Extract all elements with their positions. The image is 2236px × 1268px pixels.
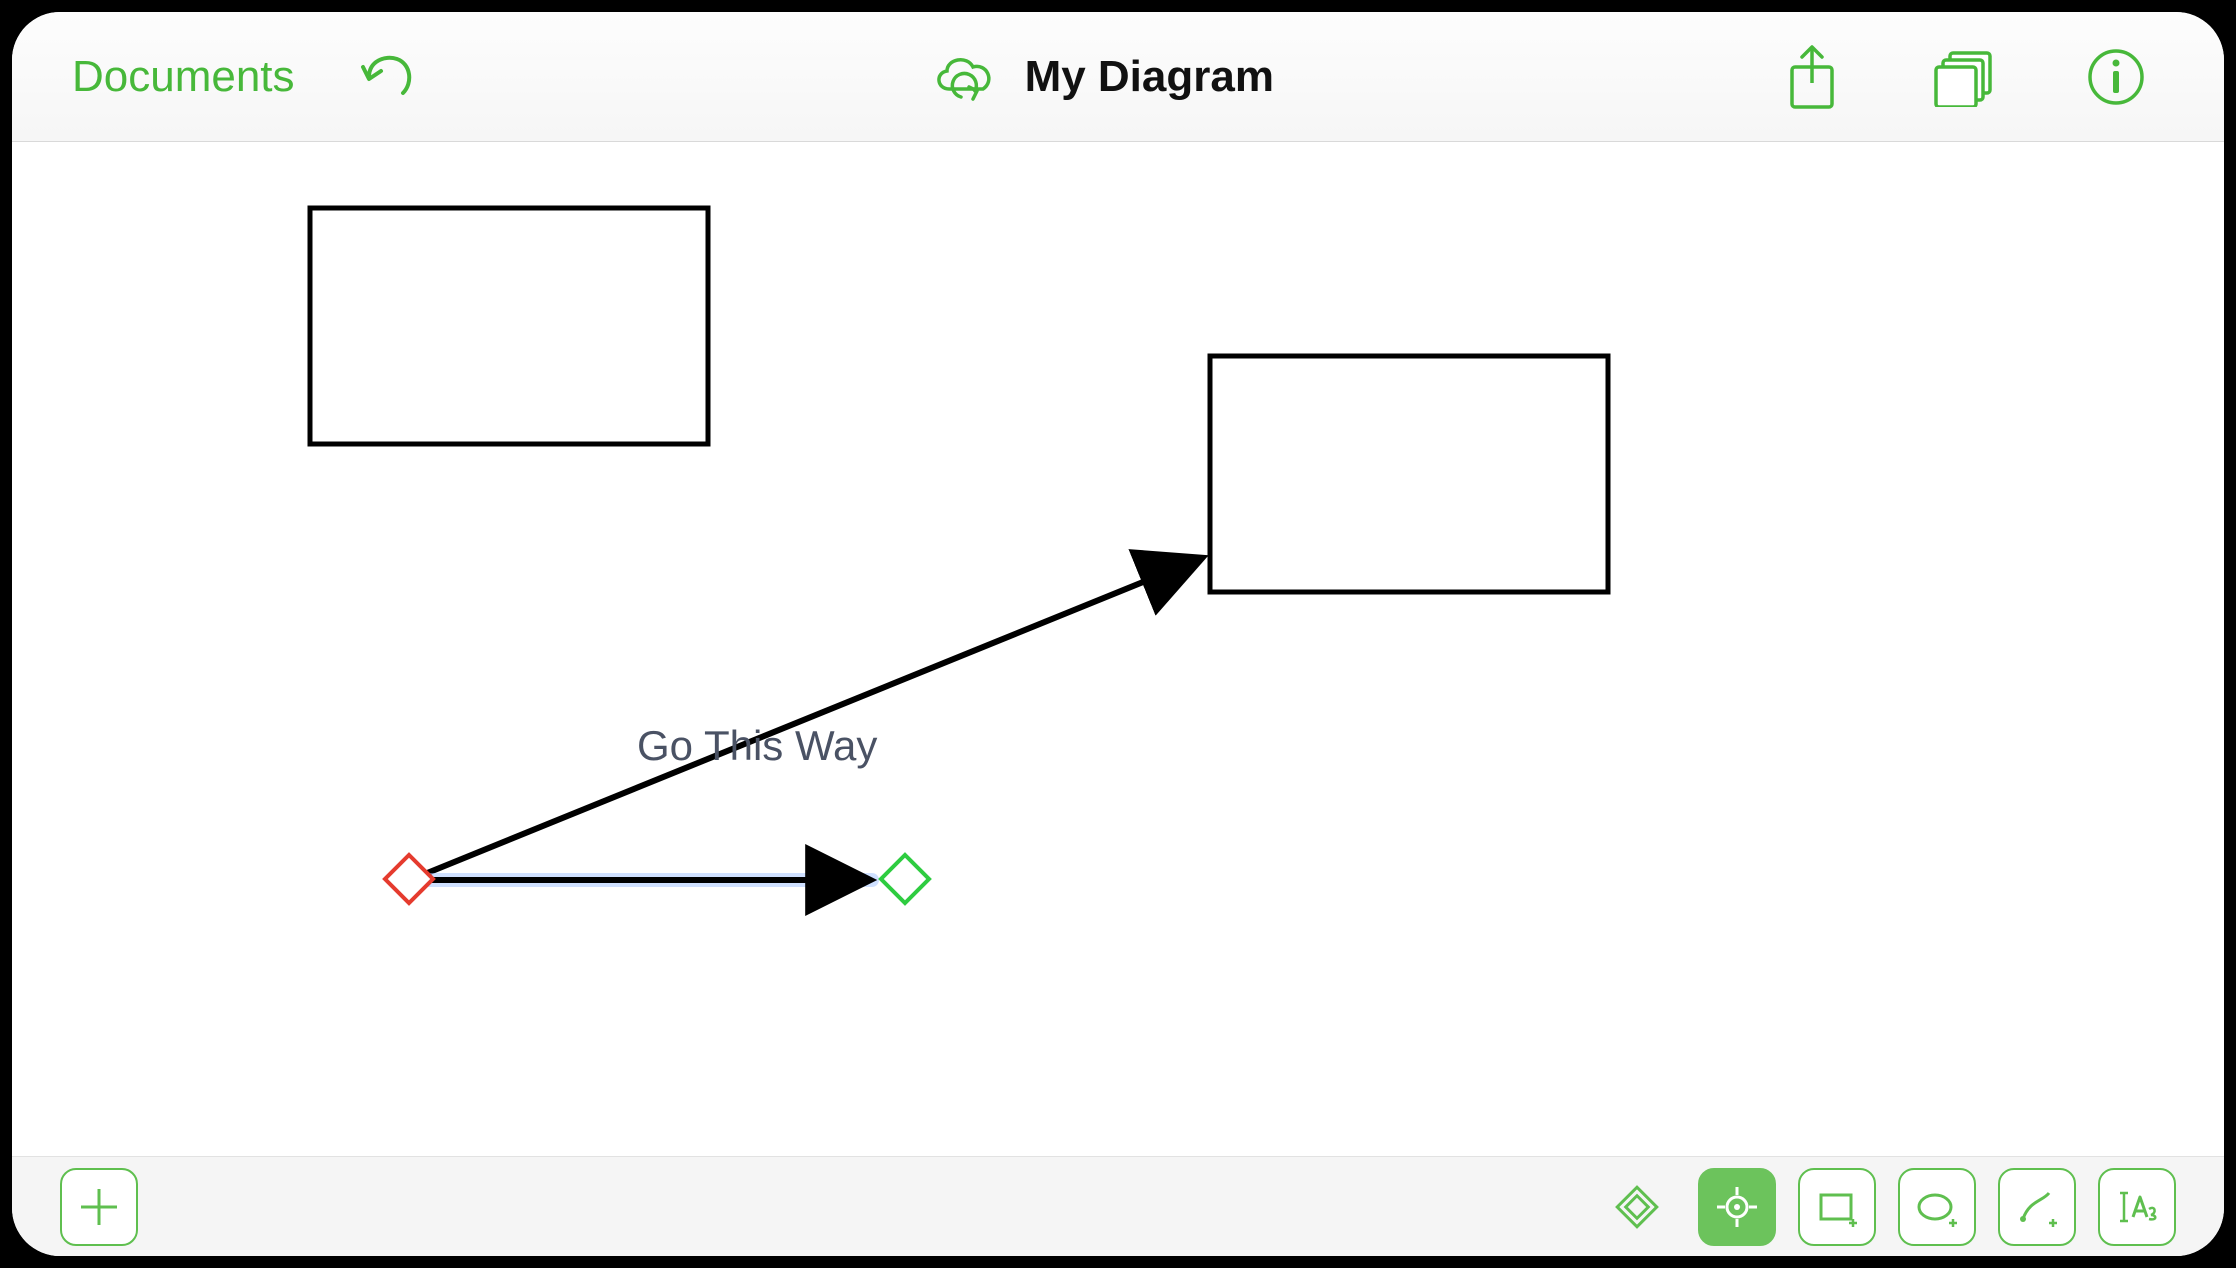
canvases-button[interactable]: [1930, 47, 1996, 107]
shape-rect-1[interactable]: [310, 208, 708, 444]
top-toolbar: Documents My Diagram: [12, 12, 2224, 142]
info-button[interactable]: [2086, 47, 2146, 107]
undo-icon: [355, 49, 419, 105]
line-end-handle[interactable]: [881, 855, 929, 903]
arrow-line-selected[interactable]: [385, 855, 929, 903]
plus-icon: [75, 1183, 123, 1231]
pointer-icon: [1714, 1184, 1760, 1230]
undo-button[interactable]: [355, 49, 419, 105]
stack-icon: [1930, 47, 1996, 107]
share-button[interactable]: [1784, 43, 1840, 111]
pointer-tool-button[interactable]: [1698, 1168, 1776, 1246]
cloud-sync-icon[interactable]: [929, 47, 1001, 107]
rectangle-icon: [1813, 1183, 1861, 1231]
shape-rect-2[interactable]: [1210, 356, 1608, 592]
documents-button[interactable]: Documents: [72, 52, 295, 102]
info-icon: [2086, 47, 2146, 107]
oval-icon: [1913, 1183, 1961, 1231]
document-title[interactable]: My Diagram: [1025, 52, 1274, 102]
bottom-toolbar: [12, 1156, 2224, 1256]
canvas-svg: [12, 142, 2224, 1156]
line-icon: [2013, 1183, 2061, 1231]
text-tool-button[interactable]: [2098, 1168, 2176, 1246]
rectangle-tool-button[interactable]: [1798, 1168, 1876, 1246]
device-frame: Documents My Diagram: [0, 0, 2236, 1268]
canvas[interactable]: Go This Way: [12, 142, 2224, 1156]
line-tool-button[interactable]: [1998, 1168, 2076, 1246]
share-icon: [1784, 43, 1840, 111]
app-screen: Documents My Diagram: [12, 12, 2224, 1256]
text-icon: [2113, 1183, 2161, 1231]
diamond-icon: [1609, 1179, 1665, 1235]
arrow-label[interactable]: Go This Way: [637, 722, 877, 770]
arrow-line-1[interactable]: [410, 558, 1202, 880]
oval-tool-button[interactable]: [1898, 1168, 1976, 1246]
diamond-selection-button[interactable]: [1598, 1168, 1676, 1246]
line-start-handle[interactable]: [385, 855, 433, 903]
add-button[interactable]: [60, 1168, 138, 1246]
